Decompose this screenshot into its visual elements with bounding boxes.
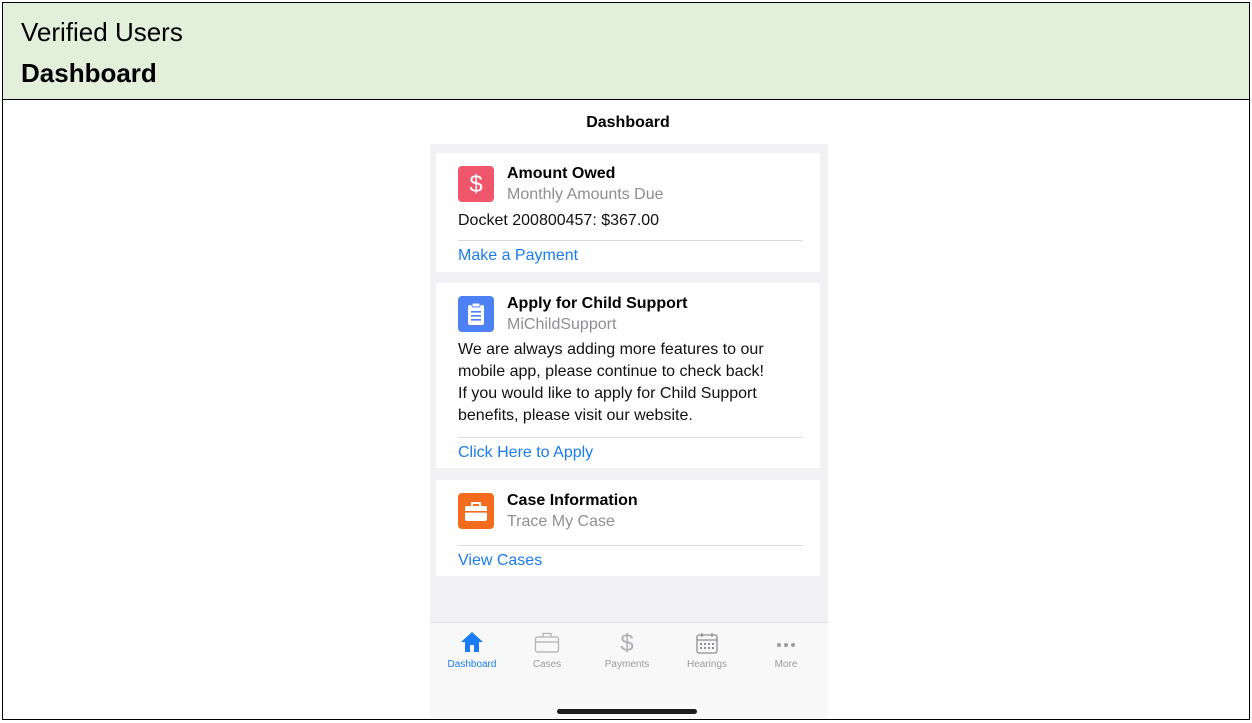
view-cases-link[interactable]: View Cases xyxy=(458,552,542,570)
nav-title: Dashboard xyxy=(586,114,670,131)
header-banner: Verified Users Dashboard xyxy=(3,3,1249,100)
apply-child-support-card: Apply for Child Support MiChildSupport W… xyxy=(436,283,820,468)
card-title: Case Information xyxy=(507,492,638,509)
docket-amount-text: Docket 200800457: $367.00 xyxy=(458,212,660,229)
card-subtitle: MiChildSupport xyxy=(507,316,617,333)
divider xyxy=(458,437,803,438)
card-title: Apply for Child Support xyxy=(507,295,688,312)
tab-label: Payments xyxy=(604,659,650,670)
header-subtitle: Verified Users xyxy=(21,17,183,47)
tab-label: More xyxy=(774,659,798,670)
tab-hearings[interactable]: Hearings xyxy=(672,631,742,677)
case-information-card: Case Information Trace My Case View Case… xyxy=(436,480,820,576)
tab-more[interactable]: More xyxy=(751,631,821,677)
briefcase-icon xyxy=(512,631,582,657)
amount-owed-card: $ Amount Owed Monthly Amounts Due Docket… xyxy=(436,153,820,272)
divider xyxy=(458,240,803,241)
tab-payments[interactable]: $ Payments xyxy=(592,630,662,677)
card-subtitle: Trace My Case xyxy=(507,513,615,530)
tab-label: Dashboard xyxy=(447,659,497,670)
card-title: Amount Owed xyxy=(507,165,616,182)
make-payment-link[interactable]: Make a Payment xyxy=(458,247,578,265)
svg-text:$: $ xyxy=(469,171,482,197)
dollar-icon: $ xyxy=(458,166,494,202)
dollar-icon: $ xyxy=(592,630,662,657)
card-header: Apply for Child Support MiChildSupport xyxy=(458,295,798,335)
tab-bar: Dashboard Cases $ Payments Hearings More xyxy=(430,622,828,718)
home-indicator[interactable] xyxy=(557,709,697,714)
info-text-line: benefits, please visit our website. xyxy=(458,407,693,424)
svg-text:$: $ xyxy=(620,631,633,655)
dashboard-scroll-area[interactable]: $ Amount Owed Monthly Amounts Due Docket… xyxy=(430,144,828,622)
home-icon xyxy=(437,631,507,657)
clipboard-icon xyxy=(458,296,494,332)
tab-dashboard[interactable]: Dashboard xyxy=(437,631,507,677)
apply-link[interactable]: Click Here to Apply xyxy=(458,444,593,462)
header-title: Dashboard xyxy=(21,58,157,88)
briefcase-icon xyxy=(458,493,494,529)
info-text-line: If you would like to apply for Child Sup… xyxy=(458,385,757,402)
info-text-line: We are always adding more features to ou… xyxy=(458,341,764,358)
tab-label: Cases xyxy=(532,659,562,670)
phone-screen: Dashboard $ Amount Owed Monthly Amounts … xyxy=(430,110,828,718)
card-subtitle: Monthly Amounts Due xyxy=(507,186,664,203)
card-header: Case Information Trace My Case xyxy=(458,492,798,532)
tab-label: Hearings xyxy=(686,659,728,670)
info-text-line: mobile app, please continue to check bac… xyxy=(458,363,764,380)
card-header: $ Amount Owed Monthly Amounts Due xyxy=(458,165,798,205)
calendar-icon xyxy=(672,631,742,657)
more-icon xyxy=(751,631,821,657)
tab-cases[interactable]: Cases xyxy=(512,631,582,677)
divider xyxy=(458,545,803,546)
